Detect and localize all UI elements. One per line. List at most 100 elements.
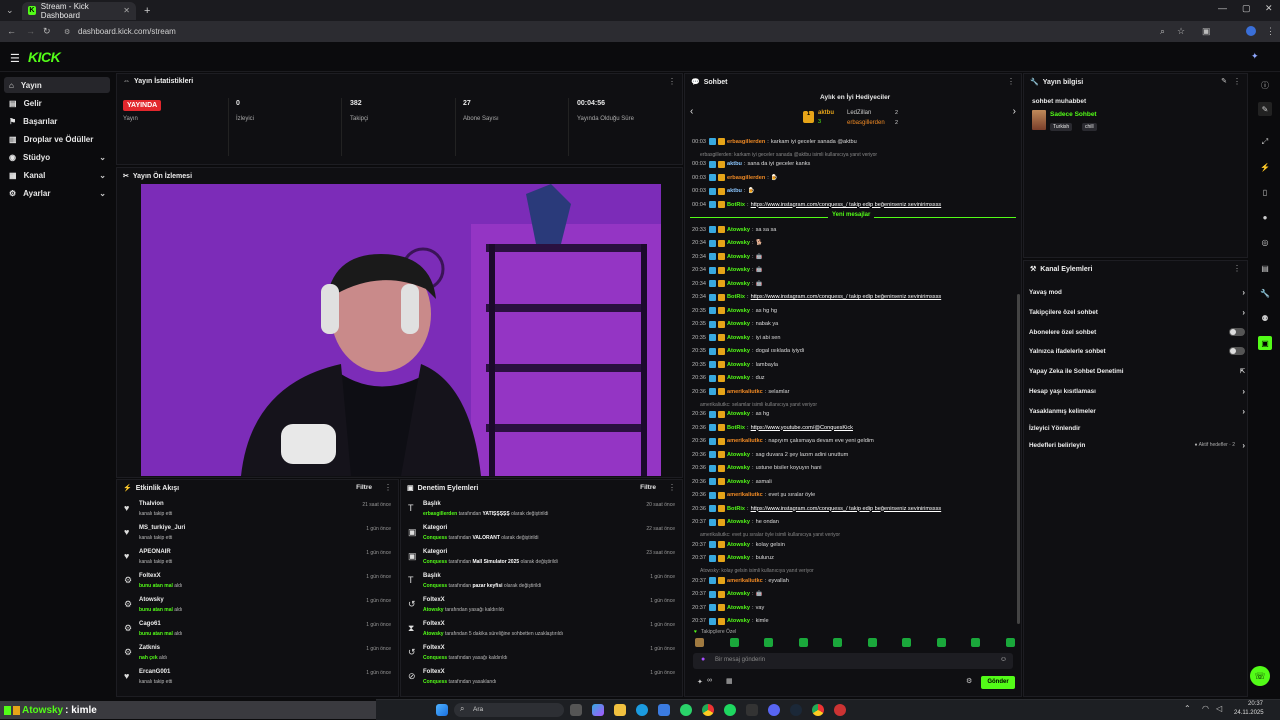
toggle-switch[interactable] [1229,328,1245,336]
chat-username[interactable]: Atowsky [727,321,750,327]
chat-message[interactable]: 20:34 BotRix: https://www.instagram.com/co… [692,293,941,302]
edit-icon[interactable]: ✎ [1221,77,1227,85]
chat-username[interactable]: erbasgillerden [727,175,765,181]
task-view-icon[interactable] [570,704,582,716]
stream-preview-video[interactable] [141,184,661,476]
chat-message[interactable]: 20:36 Atowsky: ustune bisiler koyuyın hani [692,464,822,473]
profile-avatar[interactable] [1246,26,1256,36]
chrome-active-icon[interactable] [812,704,824,716]
sidebar-item-basarilar[interactable]: ⚑ Başarılar [4,113,110,129]
chat-message[interactable]: 20:36 Atowsky: sag duvara 2 şey lazım adin… [692,450,848,459]
chat-message[interactable]: 20:36 Atowsky: duz [692,374,765,383]
reload-icon[interactable]: ↻ [43,26,51,37]
chat-username[interactable]: Atowsky [727,555,750,561]
chat-username[interactable]: BotRix [727,506,745,512]
sidebar-item-kanal[interactable]: ▦ Kanal ⌄ [4,167,110,183]
channel-action-row[interactable]: Hedefleri belirleyin ● Aktif hedefler · 2… [1029,439,1245,451]
chat-username[interactable]: amerikaliutkc [727,578,763,584]
activity-row[interactable]: ♥ ErcanG001 kanalı takip etti 1 gün önce [117,668,397,692]
moderation-row[interactable]: ▣ Kategori Conquess tarafından Mall Simula… [401,548,681,572]
activity-row[interactable]: ⚙ Atowsky bunu atan mal aldı 1 gün önce [117,596,397,620]
chat-text[interactable]: https://www.instagram.com/conquess_/ tak… [751,294,942,300]
channel-action-row[interactable]: Hesap yaşı kısıtlaması › [1029,385,1245,397]
chat-message[interactable]: 20:36 BotRix: https://www.youtube.com/@Con… [692,423,853,432]
moderation-filter-button[interactable]: Filtre [640,484,656,491]
site-info-icon[interactable]: ⚙ [64,28,70,36]
extensions-icon[interactable]: ▣ [1202,26,1211,37]
points-icon[interactable]: ✦ [697,678,703,686]
emote-icon[interactable] [936,638,946,647]
chat-username[interactable]: Atowsky [727,227,750,233]
expand-icon[interactable]: ⤢ [1258,135,1272,149]
maximize-icon[interactable]: ▢ [1242,3,1251,14]
steam-icon[interactable] [790,704,802,716]
calendar-icon[interactable]: ▦ [726,677,733,685]
chat-username[interactable]: Atowsky [727,254,750,260]
channel-action-row[interactable]: Yavaş mod › [1029,286,1245,298]
channel-action-row[interactable]: İzleyici Yönlendir [1029,422,1245,434]
chat-username[interactable]: Atowsky [727,335,750,341]
url-field[interactable]: ⚙ dashboard.kick.com/stream [60,24,1180,39]
activity-row[interactable]: ⚙ Zatknis nah çek aldı 1 gün önce [117,644,397,668]
channel-action-row[interactable]: Yalnızca ifadelerle sohbet [1029,345,1245,357]
minimize-icon[interactable]: — [1218,3,1227,13]
emote-icon[interactable] [867,638,877,647]
chat-username[interactable]: Atowsky [727,240,750,246]
chat-message[interactable]: 00:03 aktbu: sana da iyi geceler kanks [692,160,810,169]
back-icon[interactable]: ← [7,26,16,36]
tools-icon[interactable]: 🔧 [1258,286,1272,300]
chat-text[interactable]: https://www.instagram.com/conquess_/ tak… [751,506,942,512]
chat-username[interactable]: Atowsky [727,465,750,471]
moderation-row[interactable]: ↺ FoltexX Conquess tarafından yasağı kaldı… [401,644,681,668]
activity-row[interactable]: ⚙ FoltexX bunu atan mal aldı 1 gün önce [117,572,397,596]
sidebar-item-studyo[interactable]: ◉ Stüdyo ⌄ [4,149,110,165]
moderation-row[interactable]: T Başlık erbasgillerden tarafından YATIŞŞŞ… [401,500,681,524]
chat-message[interactable]: 20:36 amerikaliutkc: napıyım çalısmaya dev… [692,437,874,446]
close-window-icon[interactable]: ✕ [1265,3,1273,14]
more-options-icon[interactable]: ⋮ [384,483,392,492]
chat-username[interactable]: Atowsky [727,479,750,485]
browser-menu-icon[interactable]: ⋮ [1266,26,1275,37]
pencil-icon[interactable]: ✎ [1258,102,1272,116]
close-tab-icon[interactable]: ✕ [123,6,130,15]
file-explorer-icon[interactable] [614,704,626,716]
whatsapp-icon[interactable] [680,704,692,716]
chat-message[interactable]: 20:37 Atowsky: he ondan [692,518,779,527]
activity-row[interactable]: ♥ Thalvion kanalı takip etti 21 saat önce [117,500,397,524]
chat-message[interactable]: 20:34 Atowsky: 🤖 [692,279,763,288]
kick-logo[interactable]: KICK [28,49,61,65]
chat-input[interactable]: ● Bir mesaj gönderin ☺ [693,653,1013,669]
emoji-icon[interactable]: ☺ [1000,656,1007,663]
app-icon[interactable] [746,704,758,716]
chat-text[interactable]: https://www.youtube.com/@ConquesKick [751,425,853,431]
spotify-icon[interactable] [724,704,736,716]
info-icon[interactable]: ⓘ [1258,78,1272,92]
sidebar-item-gelir[interactable]: ▤ Gelir [4,95,110,111]
chevron-right-icon[interactable]: › [1013,106,1016,117]
chat-username[interactable]: BotRix [727,425,745,431]
chat-username[interactable]: Atowsky [727,542,750,548]
tray-chevron-icon[interactable]: ⌃ [1184,704,1191,713]
emote-icon[interactable] [902,638,911,647]
document-icon[interactable]: ▯ [1258,185,1272,199]
moderation-row[interactable]: ↺ FoltexX Atowsky tarafından yasağı kaldır… [401,596,681,620]
emote-icon[interactable] [695,638,704,647]
chat-message[interactable]: 20:36 BotRix: https://www.instagram.com/co… [692,504,941,513]
chevron-left-icon[interactable]: ‹ [690,106,693,117]
channel-action-row[interactable]: Yapay Zeka ile Sohbet Denetimi ⇱ [1029,365,1245,377]
tab-search-icon[interactable]: ⌄ [6,5,14,16]
chat-username[interactable]: aktbu [727,188,742,194]
game-icon[interactable] [834,704,846,716]
bookmark-star-icon[interactable]: ☆ [1177,26,1185,37]
chat-message[interactable]: 20:35 Atowsky: nabak ya [692,320,778,329]
store-icon[interactable] [658,704,670,716]
activity-row[interactable]: ⚙ Cago61 bunu atan mal aldı 1 gün önce [117,620,397,644]
chat-text[interactable]: https://www.instagram.com/conquess_/ tak… [751,202,942,208]
chat-username[interactable]: aktbu [727,161,742,167]
forward-icon[interactable]: → [26,26,35,36]
category-name[interactable]: Sadece Sohbet [1050,111,1097,118]
taskbar-search[interactable]: ⌕ Ara [454,703,564,717]
chat-message[interactable]: 20:36 Atowsky: as hg [692,410,769,419]
chat-settings-icon[interactable]: ⚙ [966,677,972,685]
clock-date[interactable]: 24.11.2025 [1234,710,1264,716]
